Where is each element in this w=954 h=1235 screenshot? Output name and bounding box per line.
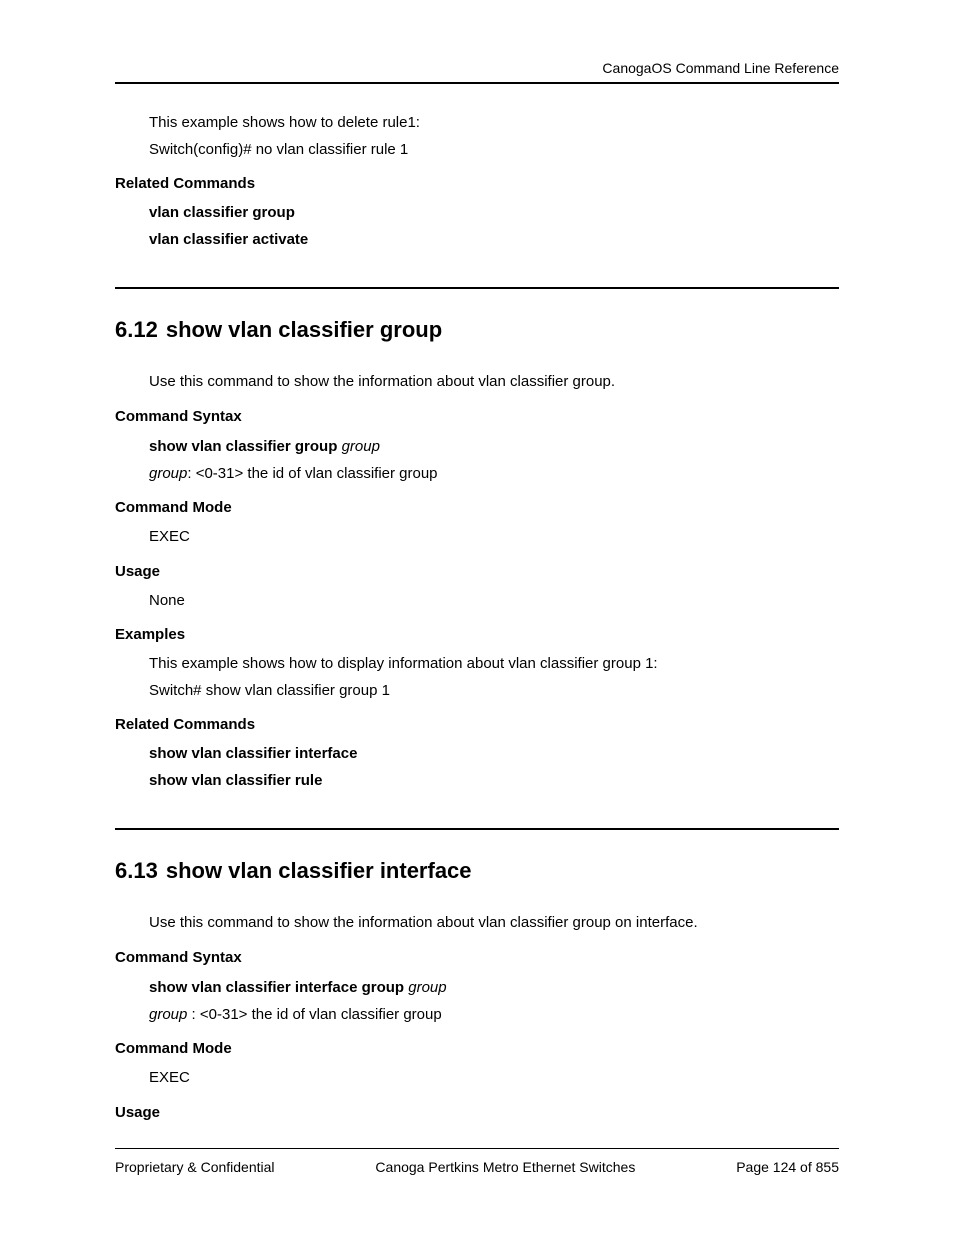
syntax-command-text: show vlan classifier interface group (149, 979, 408, 996)
sec612-example-line2: Switch# show vlan classifier group 1 (149, 680, 839, 703)
section-613-title: 6.13 show vlan classifier interface (115, 858, 839, 884)
sec613-desc: Use this command to show the information… (149, 912, 839, 935)
syntax-desc-rest: : <0-31> the id of vlan classifier group (187, 465, 437, 482)
prev-related-cmd2: vlan classifier activate (149, 229, 839, 252)
prev-example-line1: This example shows how to delete rule1: (149, 112, 839, 135)
prev-example-line2: Switch(config)# no vlan classifier rule … (149, 139, 839, 162)
footer-left: Proprietary & Confidential (115, 1159, 275, 1175)
footer-center: Canoga Pertkins Metro Ethernet Switches (375, 1159, 635, 1175)
footer-row: Proprietary & Confidential Canoga Pertki… (115, 1148, 839, 1175)
sec612-desc: Use this command to show the information… (149, 371, 839, 394)
section-name: show vlan classifier group (166, 317, 442, 342)
syntax-desc-param: group (149, 465, 187, 482)
sec612-usage-value: None (149, 590, 839, 613)
sec613-mode-value: EXEC (149, 1067, 839, 1090)
sec613-syntax-heading: Command Syntax (115, 949, 839, 966)
syntax-desc-rest: : <0-31> the id of vlan classifier group (192, 1006, 442, 1023)
sec613-usage-heading: Usage (115, 1104, 839, 1121)
sec612-related-heading: Related Commands (115, 716, 839, 733)
section-number: 6.12 (115, 317, 158, 342)
sec613-syntax-cmd: show vlan classifier interface group gro… (149, 976, 839, 999)
page-header: CanogaOS Command Line Reference (115, 60, 839, 84)
header-title: CanogaOS Command Line Reference (602, 60, 839, 76)
sec612-examples-heading: Examples (115, 626, 839, 643)
syntax-command-text: show vlan classifier group (149, 438, 342, 455)
sec612-usage-heading: Usage (115, 563, 839, 580)
footer-right: Page 124 of 855 (736, 1159, 839, 1175)
sec612-mode-value: EXEC (149, 526, 839, 549)
syntax-param-text: group (342, 438, 380, 455)
sec612-related-cmd1: show vlan classifier interface (149, 743, 839, 766)
sec612-mode-heading: Command Mode (115, 499, 839, 516)
syntax-param-text: group (408, 979, 446, 996)
syntax-desc-param: group (149, 1006, 192, 1023)
section-divider (115, 828, 839, 830)
prev-related-cmd1: vlan classifier group (149, 202, 839, 225)
sec613-syntax-desc: group : <0-31> the id of vlan classifier… (149, 1003, 839, 1026)
section-divider (115, 287, 839, 289)
section-name: show vlan classifier interface (166, 858, 472, 883)
sec612-example-line1: This example shows how to display inform… (149, 653, 839, 676)
sec613-mode-heading: Command Mode (115, 1040, 839, 1057)
sec612-related-cmd2: show vlan classifier rule (149, 770, 839, 793)
prev-related-heading: Related Commands (115, 175, 839, 192)
sec612-syntax-heading: Command Syntax (115, 408, 839, 425)
sec612-syntax-desc: group: <0-31> the id of vlan classifier … (149, 462, 839, 485)
document-page: CanogaOS Command Line Reference This exa… (0, 0, 954, 1235)
sec612-syntax-cmd: show vlan classifier group group (149, 435, 839, 458)
section-612-title: 6.12 show vlan classifier group (115, 317, 839, 343)
page-footer: Proprietary & Confidential Canoga Pertki… (115, 1148, 839, 1175)
section-number: 6.13 (115, 858, 158, 883)
